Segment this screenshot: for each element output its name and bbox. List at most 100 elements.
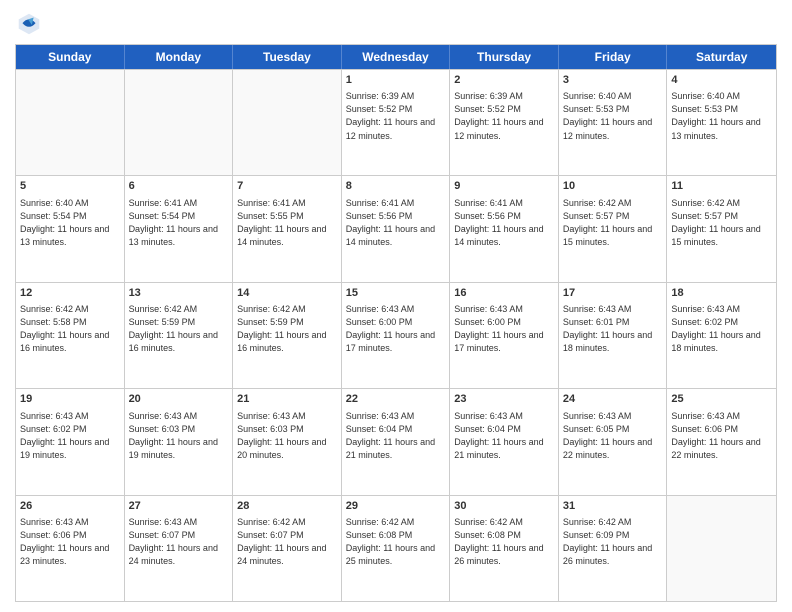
- header: [15, 10, 777, 38]
- empty-cell-0-1: [125, 70, 234, 175]
- day-number: 25: [671, 392, 772, 407]
- day-number: 28: [237, 499, 337, 514]
- day-cell-6: 6Sunrise: 6:41 AMSunset: 5:54 PMDaylight…: [125, 176, 234, 281]
- calendar-body: 1 Sunrise: 6:39 AMSunset: 5:52 PMDaylight…: [16, 69, 776, 601]
- day-info: Sunrise: 6:43 AMSunset: 6:02 PMDaylight:…: [671, 303, 772, 355]
- day-info: Sunrise: 6:42 AMSunset: 6:09 PMDaylight:…: [563, 516, 663, 568]
- day-cell-4: 4 Sunrise: 6:40 AMSunset: 5:53 PMDaylight…: [667, 70, 776, 175]
- day-cell-3: 3 Sunrise: 6:40 AMSunset: 5:53 PMDaylight…: [559, 70, 668, 175]
- day-number: 8: [346, 179, 446, 194]
- day-number: 5: [20, 179, 120, 194]
- empty-cell-4-6: [667, 496, 776, 601]
- day-info: Sunrise: 6:40 AMSunset: 5:53 PMDaylight:…: [671, 90, 772, 142]
- page: SundayMondayTuesdayWednesdayThursdayFrid…: [0, 0, 792, 612]
- week-row-2: 12Sunrise: 6:42 AMSunset: 5:58 PMDayligh…: [16, 282, 776, 388]
- day-cell-16: 16 Sunrise: 6:43 AMSunset: 6:00 PMDayligh…: [450, 283, 559, 388]
- day-number: 19: [20, 392, 120, 407]
- day-cell-27: 27 Sunrise: 6:43 AMSunset: 6:07 PMDayligh…: [125, 496, 234, 601]
- day-info: Sunrise: 6:41 AMSunset: 5:56 PMDaylight:…: [346, 197, 446, 249]
- header-day-thursday: Thursday: [450, 45, 559, 69]
- day-cell-19: 19 Sunrise: 6:43 AMSunset: 6:02 PMDayligh…: [16, 389, 125, 494]
- day-number: 27: [129, 499, 229, 514]
- calendar-header-row: SundayMondayTuesdayWednesdayThursdayFrid…: [16, 45, 776, 69]
- day-cell-23: 23 Sunrise: 6:43 AMSunset: 6:04 PMDayligh…: [450, 389, 559, 494]
- day-info: Sunrise: 6:41 AMSunset: 5:55 PMDaylight:…: [237, 197, 337, 249]
- day-number: 6: [129, 179, 229, 194]
- day-cell-24: 24 Sunrise: 6:43 AMSunset: 6:05 PMDayligh…: [559, 389, 668, 494]
- day-number: 21: [237, 392, 337, 407]
- day-cell-15: 15 Sunrise: 6:43 AMSunset: 6:00 PMDayligh…: [342, 283, 451, 388]
- day-info: Sunrise: 6:42 AMSunset: 5:59 PMDaylight:…: [129, 303, 229, 355]
- day-number: 4: [671, 73, 772, 88]
- day-number: 17: [563, 286, 663, 301]
- day-info: Sunrise: 6:43 AMSunset: 6:04 PMDaylight:…: [454, 410, 554, 462]
- day-number: 30: [454, 499, 554, 514]
- day-info: Sunrise: 6:40 AMSunset: 5:53 PMDaylight:…: [563, 90, 663, 142]
- day-cell-10: 10 Sunrise: 6:42 AMSunset: 5:57 PMDayligh…: [559, 176, 668, 281]
- day-cell-28: 28Sunrise: 6:42 AMSunset: 6:07 PMDayligh…: [233, 496, 342, 601]
- day-number: 16: [454, 286, 554, 301]
- day-cell-11: 11Sunrise: 6:42 AMSunset: 5:57 PMDayligh…: [667, 176, 776, 281]
- day-cell-7: 7 Sunrise: 6:41 AMSunset: 5:55 PMDaylight…: [233, 176, 342, 281]
- day-info: Sunrise: 6:42 AMSunset: 5:59 PMDaylight:…: [237, 303, 337, 355]
- header-day-monday: Monday: [125, 45, 234, 69]
- day-cell-25: 25Sunrise: 6:43 AMSunset: 6:06 PMDayligh…: [667, 389, 776, 494]
- week-row-1: 5 Sunrise: 6:40 AMSunset: 5:54 PMDaylight…: [16, 175, 776, 281]
- day-number: 29: [346, 499, 446, 514]
- day-number: 9: [454, 179, 554, 194]
- empty-cell-0-2: [233, 70, 342, 175]
- week-row-3: 19 Sunrise: 6:43 AMSunset: 6:02 PMDayligh…: [16, 388, 776, 494]
- day-cell-9: 9 Sunrise: 6:41 AMSunset: 5:56 PMDaylight…: [450, 176, 559, 281]
- day-cell-17: 17 Sunrise: 6:43 AMSunset: 6:01 PMDayligh…: [559, 283, 668, 388]
- header-day-sunday: Sunday: [16, 45, 125, 69]
- logo: [15, 10, 47, 38]
- day-info: Sunrise: 6:39 AMSunset: 5:52 PMDaylight:…: [454, 90, 554, 142]
- day-info: Sunrise: 6:43 AMSunset: 6:03 PMDaylight:…: [237, 410, 337, 462]
- day-info: Sunrise: 6:42 AMSunset: 5:58 PMDaylight:…: [20, 303, 120, 355]
- day-number: 23: [454, 392, 554, 407]
- day-info: Sunrise: 6:40 AMSunset: 5:54 PMDaylight:…: [20, 197, 120, 249]
- calendar: SundayMondayTuesdayWednesdayThursdayFrid…: [15, 44, 777, 602]
- header-day-tuesday: Tuesday: [233, 45, 342, 69]
- day-cell-18: 18Sunrise: 6:43 AMSunset: 6:02 PMDayligh…: [667, 283, 776, 388]
- day-cell-13: 13 Sunrise: 6:42 AMSunset: 5:59 PMDayligh…: [125, 283, 234, 388]
- day-info: Sunrise: 6:39 AMSunset: 5:52 PMDaylight:…: [346, 90, 446, 142]
- day-info: Sunrise: 6:42 AMSunset: 6:08 PMDaylight:…: [346, 516, 446, 568]
- day-cell-14: 14 Sunrise: 6:42 AMSunset: 5:59 PMDayligh…: [233, 283, 342, 388]
- day-info: Sunrise: 6:43 AMSunset: 6:00 PMDaylight:…: [454, 303, 554, 355]
- day-number: 7: [237, 179, 337, 194]
- day-info: Sunrise: 6:43 AMSunset: 6:06 PMDaylight:…: [20, 516, 120, 568]
- day-info: Sunrise: 6:43 AMSunset: 6:02 PMDaylight:…: [20, 410, 120, 462]
- day-number: 24: [563, 392, 663, 407]
- day-info: Sunrise: 6:42 AMSunset: 6:08 PMDaylight:…: [454, 516, 554, 568]
- day-cell-29: 29 Sunrise: 6:42 AMSunset: 6:08 PMDayligh…: [342, 496, 451, 601]
- day-info: Sunrise: 6:42 AMSunset: 5:57 PMDaylight:…: [563, 197, 663, 249]
- day-info: Sunrise: 6:43 AMSunset: 6:04 PMDaylight:…: [346, 410, 446, 462]
- day-cell-2: 2 Sunrise: 6:39 AMSunset: 5:52 PMDaylight…: [450, 70, 559, 175]
- day-cell-30: 30 Sunrise: 6:42 AMSunset: 6:08 PMDayligh…: [450, 496, 559, 601]
- day-number: 20: [129, 392, 229, 407]
- day-info: Sunrise: 6:43 AMSunset: 6:05 PMDaylight:…: [563, 410, 663, 462]
- day-info: Sunrise: 6:43 AMSunset: 6:01 PMDaylight:…: [563, 303, 663, 355]
- day-number: 31: [563, 499, 663, 514]
- day-cell-8: 8 Sunrise: 6:41 AMSunset: 5:56 PMDaylight…: [342, 176, 451, 281]
- day-number: 2: [454, 73, 554, 88]
- day-info: Sunrise: 6:43 AMSunset: 6:00 PMDaylight:…: [346, 303, 446, 355]
- week-row-0: 1 Sunrise: 6:39 AMSunset: 5:52 PMDaylight…: [16, 69, 776, 175]
- day-number: 15: [346, 286, 446, 301]
- day-number: 26: [20, 499, 120, 514]
- day-number: 1: [346, 73, 446, 88]
- day-number: 13: [129, 286, 229, 301]
- day-number: 22: [346, 392, 446, 407]
- header-day-wednesday: Wednesday: [342, 45, 451, 69]
- day-number: 10: [563, 179, 663, 194]
- day-number: 14: [237, 286, 337, 301]
- day-cell-12: 12Sunrise: 6:42 AMSunset: 5:58 PMDayligh…: [16, 283, 125, 388]
- day-cell-1: 1 Sunrise: 6:39 AMSunset: 5:52 PMDaylight…: [342, 70, 451, 175]
- day-cell-20: 20Sunrise: 6:43 AMSunset: 6:03 PMDayligh…: [125, 389, 234, 494]
- day-info: Sunrise: 6:43 AMSunset: 6:07 PMDaylight:…: [129, 516, 229, 568]
- day-number: 3: [563, 73, 663, 88]
- day-info: Sunrise: 6:41 AMSunset: 5:56 PMDaylight:…: [454, 197, 554, 249]
- day-number: 11: [671, 179, 772, 194]
- logo-icon: [15, 10, 43, 38]
